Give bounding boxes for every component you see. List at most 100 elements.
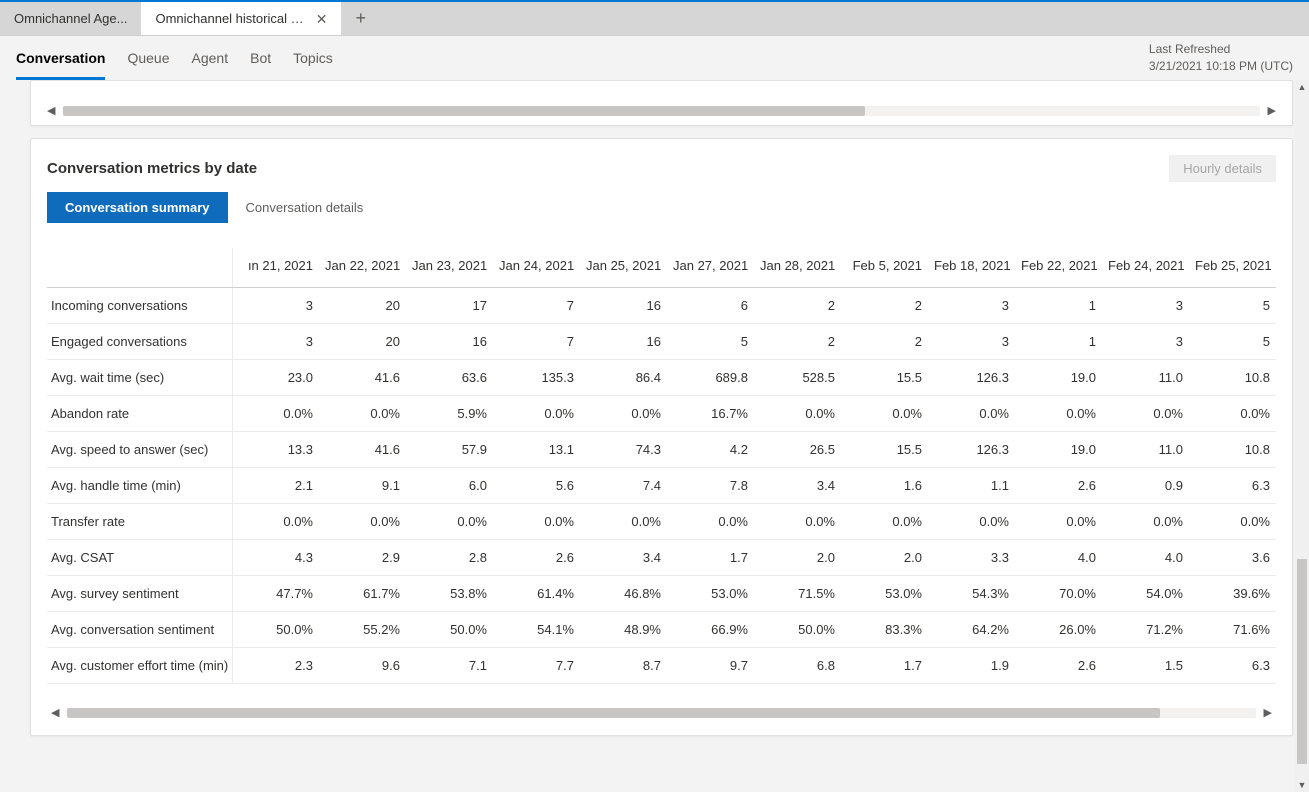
metric-value-cell: 39.6% bbox=[1189, 576, 1276, 612]
table-row: Avg. wait time (sec)23.041.663.6135.386.… bbox=[47, 360, 1276, 396]
metric-value-cell: 3 bbox=[232, 324, 319, 360]
date-column-header: Jan 28, 2021 bbox=[754, 248, 841, 288]
date-column-header: Feb 22, 2021 bbox=[1015, 248, 1102, 288]
metric-value-cell: 0.0% bbox=[406, 504, 493, 540]
metric-value-cell: 3.4 bbox=[754, 468, 841, 504]
metric-value-cell: 0.0% bbox=[928, 504, 1015, 540]
scrollbar-thumb[interactable] bbox=[63, 106, 864, 116]
metric-value-cell: 53.0% bbox=[841, 576, 928, 612]
metric-name-cell: Transfer rate bbox=[47, 504, 232, 540]
metric-name-cell: Avg. speed to answer (sec) bbox=[47, 432, 232, 468]
metric-value-cell: 3.3 bbox=[928, 540, 1015, 576]
window-tab[interactable]: Omnichannel historical an... ✕ bbox=[141, 2, 341, 35]
metric-value-cell: 71.2% bbox=[1102, 612, 1189, 648]
metric-value-cell: 61.4% bbox=[493, 576, 580, 612]
metric-value-cell: 5 bbox=[667, 324, 754, 360]
metric-value-cell: 10.8 bbox=[1189, 360, 1276, 396]
metric-value-cell: 0.0% bbox=[841, 504, 928, 540]
nav-tab-topics[interactable]: Topics bbox=[293, 36, 333, 80]
metric-value-cell: 2 bbox=[754, 324, 841, 360]
metric-value-cell: 41.6 bbox=[319, 360, 406, 396]
metric-value-cell: 3 bbox=[1102, 324, 1189, 360]
metric-value-cell: 86.4 bbox=[580, 360, 667, 396]
metric-value-cell: 19.0 bbox=[1015, 360, 1102, 396]
vertical-scrollbar[interactable]: ▲ ▼ bbox=[1295, 80, 1309, 792]
scrollbar-track[interactable] bbox=[63, 106, 1259, 116]
metric-value-cell: 3.6 bbox=[1189, 540, 1276, 576]
metric-value-cell: 1.5 bbox=[1102, 648, 1189, 684]
table-row: Incoming conversations320177166223135 bbox=[47, 288, 1276, 324]
metric-value-cell: 4.0 bbox=[1102, 540, 1189, 576]
metric-value-cell: 53.8% bbox=[406, 576, 493, 612]
metric-value-cell: 9.1 bbox=[319, 468, 406, 504]
metric-value-cell: 3 bbox=[928, 288, 1015, 324]
metric-name-cell: Incoming conversations bbox=[47, 288, 232, 324]
metric-value-cell: 16 bbox=[580, 324, 667, 360]
metric-value-cell: 0.0% bbox=[1015, 396, 1102, 432]
scroll-left-icon[interactable]: ◀ bbox=[47, 706, 63, 719]
scrollbar-track[interactable] bbox=[1297, 94, 1307, 778]
metric-value-cell: 1.7 bbox=[667, 540, 754, 576]
metrics-table: ın 21, 2021Jan 22, 2021Jan 23, 2021Jan 2… bbox=[47, 248, 1276, 684]
scroll-down-icon[interactable]: ▼ bbox=[1298, 778, 1307, 792]
metric-value-cell: 50.0% bbox=[232, 612, 319, 648]
metric-name-cell: Avg. conversation sentiment bbox=[47, 612, 232, 648]
nav-tab-bot[interactable]: Bot bbox=[250, 36, 271, 80]
metric-value-cell: 6.3 bbox=[1189, 468, 1276, 504]
window-tab[interactable]: Omnichannel Age... bbox=[0, 2, 141, 35]
hourly-details-button[interactable]: Hourly details bbox=[1169, 155, 1276, 182]
date-column-header: Jan 23, 2021 bbox=[406, 248, 493, 288]
metric-value-cell: 54.0% bbox=[1102, 576, 1189, 612]
scrollbar-track[interactable] bbox=[67, 708, 1255, 718]
nav-tab-queue[interactable]: Queue bbox=[127, 36, 169, 80]
metric-value-cell: 16 bbox=[406, 324, 493, 360]
metric-value-cell: 0.0% bbox=[841, 396, 928, 432]
metric-name-cell: Avg. survey sentiment bbox=[47, 576, 232, 612]
inner-tab[interactable]: Conversation details bbox=[228, 192, 382, 223]
metric-value-cell: 50.0% bbox=[754, 612, 841, 648]
metric-value-cell: 2.9 bbox=[319, 540, 406, 576]
metric-value-cell: 4.0 bbox=[1015, 540, 1102, 576]
window-tab-label: Omnichannel historical an... bbox=[155, 11, 307, 26]
inner-tab[interactable]: Conversation summary bbox=[47, 192, 228, 223]
date-column-header: Feb 5, 2021 bbox=[841, 248, 928, 288]
metric-value-cell: 9.7 bbox=[667, 648, 754, 684]
metric-value-cell: 20 bbox=[319, 288, 406, 324]
upper-horizontal-scrollbar[interactable]: ◀ ▶ bbox=[43, 104, 1280, 117]
metric-value-cell: 26.5 bbox=[754, 432, 841, 468]
metric-value-cell: 71.5% bbox=[754, 576, 841, 612]
upper-summary-card: ◀ ▶ bbox=[30, 80, 1293, 126]
scrollbar-thumb[interactable] bbox=[67, 708, 1160, 718]
metric-value-cell: 0.0% bbox=[667, 504, 754, 540]
table-row: Avg. speed to answer (sec)13.341.657.913… bbox=[47, 432, 1276, 468]
table-row: Avg. customer effort time (min)2.39.67.1… bbox=[47, 648, 1276, 684]
metric-value-cell: 15.5 bbox=[841, 360, 928, 396]
metric-value-cell: 23.0 bbox=[232, 360, 319, 396]
metric-value-cell: 53.0% bbox=[667, 576, 754, 612]
metric-value-cell: 11.0 bbox=[1102, 360, 1189, 396]
table-row: Abandon rate0.0%0.0%5.9%0.0%0.0%16.7%0.0… bbox=[47, 396, 1276, 432]
date-column-header: Jan 24, 2021 bbox=[493, 248, 580, 288]
new-tab-button[interactable]: + bbox=[341, 2, 380, 35]
table-horizontal-scrollbar[interactable]: ◀ ▶ bbox=[47, 706, 1276, 719]
scrollbar-thumb[interactable] bbox=[1297, 559, 1307, 764]
metric-value-cell: 2 bbox=[754, 288, 841, 324]
metric-value-cell: 20 bbox=[319, 324, 406, 360]
metric-value-cell: 0.0% bbox=[928, 396, 1015, 432]
nav-tab-agent[interactable]: Agent bbox=[192, 36, 229, 80]
metric-value-cell: 1.9 bbox=[928, 648, 1015, 684]
scroll-right-icon[interactable]: ▶ bbox=[1264, 104, 1280, 117]
scroll-left-icon[interactable]: ◀ bbox=[43, 104, 59, 117]
metric-value-cell: 2.6 bbox=[1015, 648, 1102, 684]
metric-value-cell: 46.8% bbox=[580, 576, 667, 612]
close-icon[interactable]: ✕ bbox=[316, 12, 328, 26]
metric-value-cell: 126.3 bbox=[928, 360, 1015, 396]
metric-name-cell: Abandon rate bbox=[47, 396, 232, 432]
scroll-right-icon[interactable]: ▶ bbox=[1260, 706, 1276, 719]
nav-tab-conversation[interactable]: Conversation bbox=[16, 36, 105, 80]
metric-value-cell: 55.2% bbox=[319, 612, 406, 648]
scroll-up-icon[interactable]: ▲ bbox=[1298, 80, 1307, 94]
metric-name-cell: Avg. customer effort time (min) bbox=[47, 648, 232, 684]
metric-value-cell: 5.9% bbox=[406, 396, 493, 432]
date-column-header: Feb 18, 2021 bbox=[928, 248, 1015, 288]
